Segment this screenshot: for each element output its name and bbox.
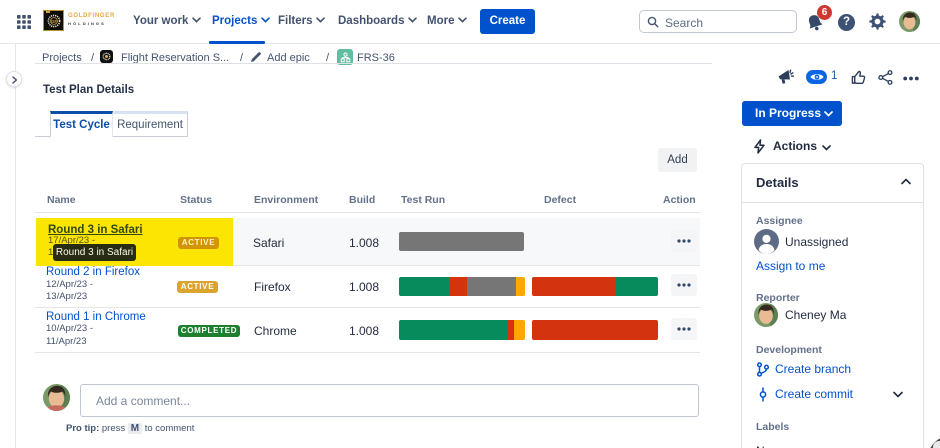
svg-text:GF: GF (50, 19, 57, 24)
